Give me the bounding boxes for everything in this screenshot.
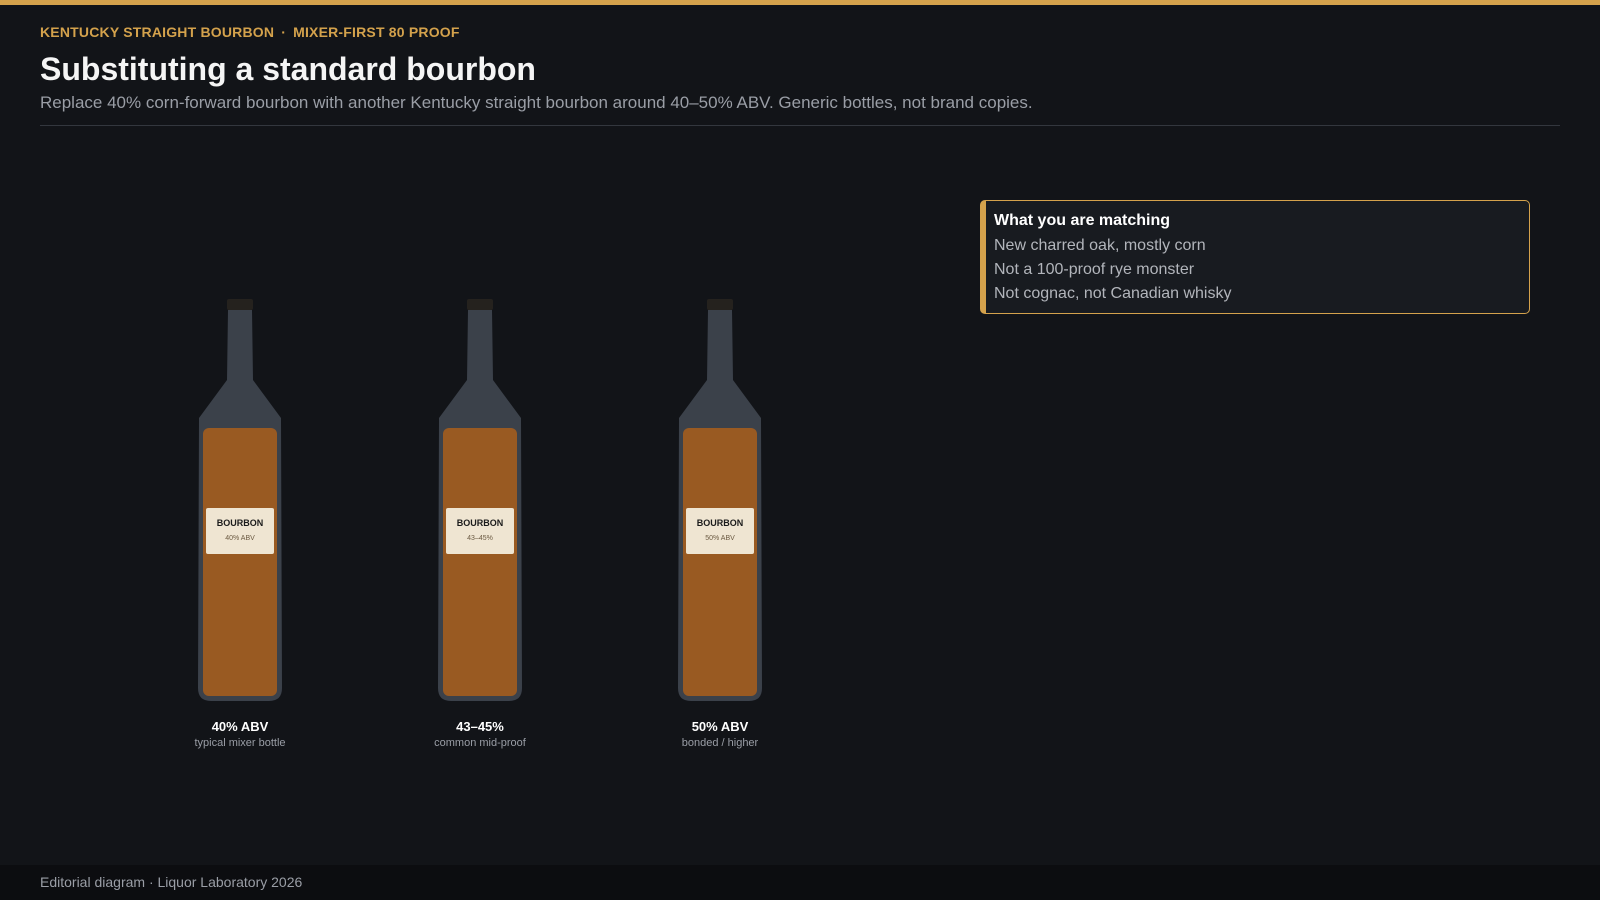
- bottle-cap: [707, 299, 733, 310]
- footer: Editorial diagram · Liquor Laboratory 20…: [0, 865, 1600, 900]
- bottle-caption-40-abv: 40% ABV typical mixer bottle: [140, 719, 340, 751]
- bottle-label: [446, 508, 514, 554]
- matching-item: New charred oak, mostly corn: [994, 237, 1206, 254]
- bottle-label-name: BOURBON: [697, 518, 744, 528]
- bottle-caption-50-abv: 50% ABV bonded / higher: [620, 719, 820, 751]
- bourbon-liquid: [203, 428, 277, 696]
- caption-description: bonded / higher: [681, 737, 759, 749]
- bottle-label: [206, 508, 274, 554]
- bottles-diagram: BOURBON 40% ABV BOURBON 43–45% BOURBON 5…: [198, 299, 762, 701]
- bottle-label-name: BOURBON: [457, 518, 504, 528]
- caption-description: typical mixer bottle: [194, 737, 286, 749]
- bottle-label-abv: 50% ABV: [705, 535, 735, 542]
- bottle-43-45-abv: BOURBON 43–45%: [438, 299, 522, 701]
- bottle-50-abv: BOURBON 50% ABV: [678, 299, 762, 701]
- caption-abv: 40% ABV: [211, 719, 269, 734]
- bourbon-liquid: [443, 428, 517, 696]
- bottle-label-abv: 40% ABV: [225, 535, 255, 542]
- matching-title: What you are matching: [994, 212, 1171, 229]
- bottle-40-abv: BOURBON 40% ABV: [198, 299, 282, 701]
- bottle-cap: [227, 299, 253, 310]
- caption-abv: 50% ABV: [691, 719, 749, 734]
- bottle-label: [686, 508, 754, 554]
- caption-description: common mid-proof: [434, 737, 526, 749]
- bottle-caption-43-45-abv: 43–45% common mid-proof: [380, 719, 580, 751]
- bourbon-liquid: [683, 428, 757, 696]
- bottle-label-abv: 43–45%: [467, 535, 493, 542]
- footer-credit: Editorial diagram · Liquor Laboratory 20…: [40, 874, 303, 890]
- matching-item: Not cognac, not Canadian whisky: [994, 285, 1232, 302]
- bottle-label-name: BOURBON: [217, 518, 264, 528]
- matching-callout: What you are matching New charred oak, m…: [980, 200, 1530, 314]
- bottle-cap: [467, 299, 493, 310]
- matching-item: Not a 100-proof rye monster: [994, 261, 1195, 278]
- caption-abv: 43–45%: [456, 719, 504, 734]
